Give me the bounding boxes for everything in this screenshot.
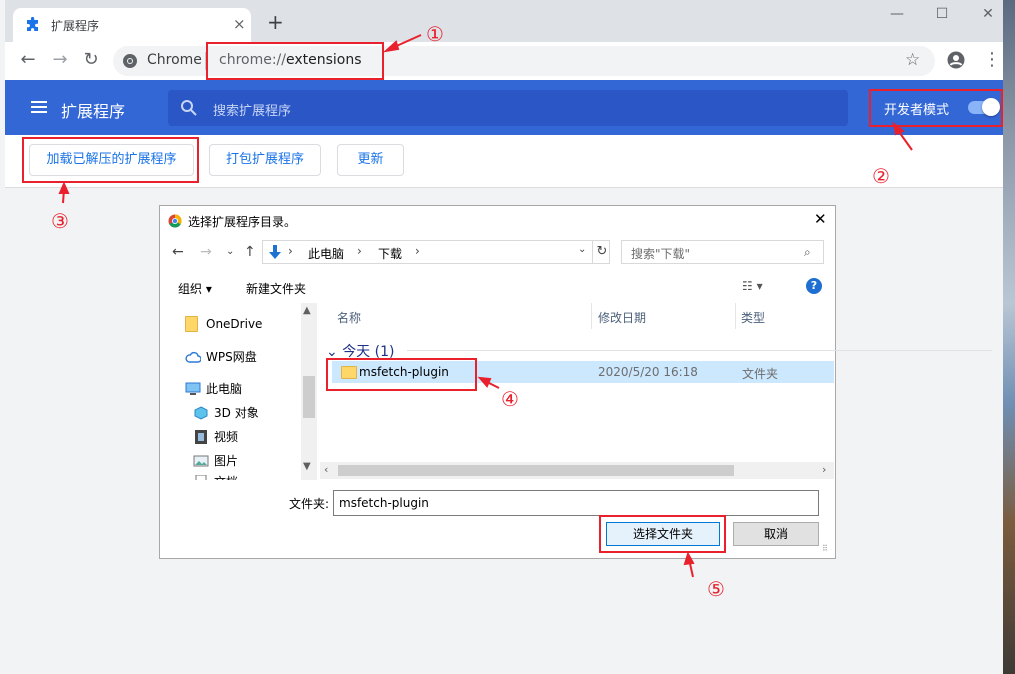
annotation-marker-4: ④ [501,387,519,411]
annotation-marker-1: ① [426,22,444,46]
annotation-marker-3: ③ [51,209,69,233]
annotation-marker-2: ② [872,164,890,188]
annotation-marker-5: ⑤ [707,577,725,601]
annotation-arrows [58,34,913,578]
